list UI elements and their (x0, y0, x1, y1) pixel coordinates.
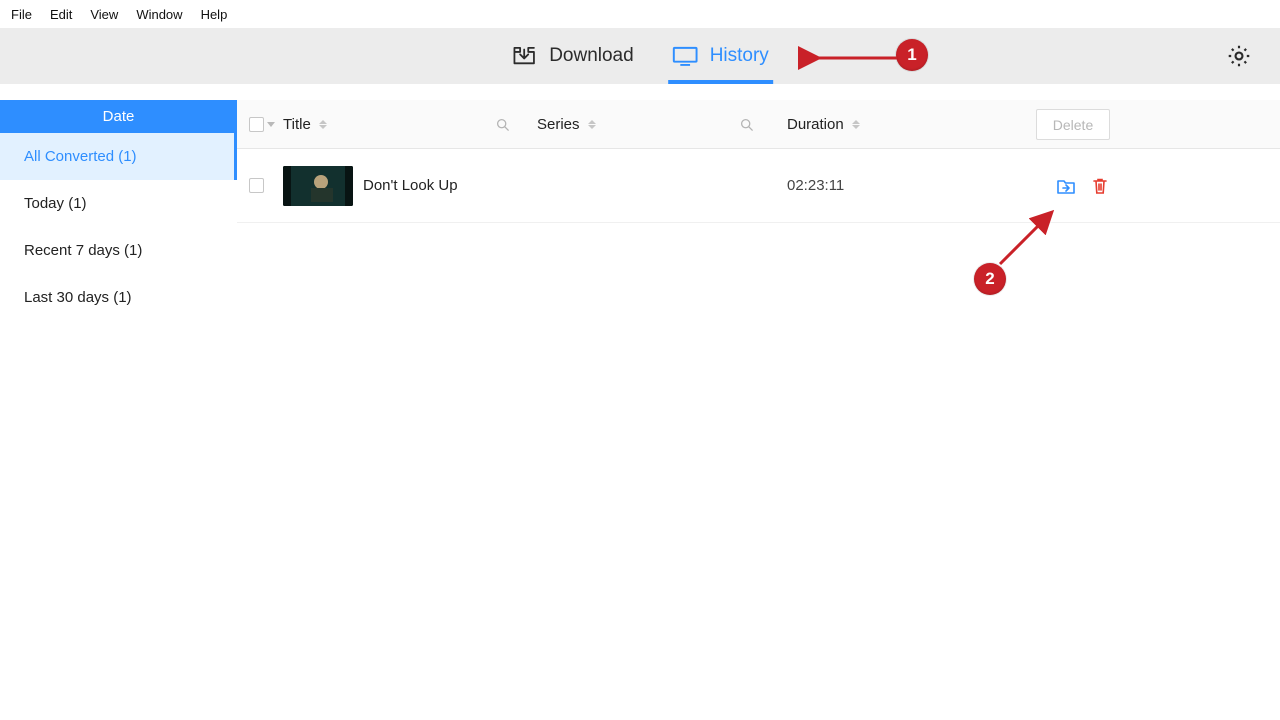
column-duration[interactable]: Duration (787, 116, 947, 133)
sidebar: Date All Converted (1) Today (1) Recent … (0, 100, 237, 720)
column-title-label: Title (283, 116, 311, 133)
tab-history-label: History (710, 45, 769, 67)
thumbnail[interactable] (283, 166, 353, 206)
sidebar-item-last-30-days[interactable]: Last 30 days (1) (0, 274, 237, 321)
toolbar: Download History (0, 28, 1280, 84)
menu-view[interactable]: View (81, 3, 127, 26)
menu-edit[interactable]: Edit (41, 3, 81, 26)
monitor-icon (672, 45, 698, 67)
column-title[interactable]: Title (283, 116, 523, 133)
trash-icon (1090, 183, 1110, 200)
search-icon[interactable] (740, 118, 753, 131)
row-title: Don't Look Up (363, 177, 458, 194)
column-series-label: Series (537, 116, 580, 133)
folder-open-icon (1056, 183, 1076, 200)
select-all[interactable] (249, 117, 275, 132)
table-row: Don't Look Up 02:23:11 (237, 149, 1280, 223)
tab-download-label: Download (549, 45, 634, 67)
menu-window[interactable]: Window (127, 3, 191, 26)
column-duration-label: Duration (787, 116, 844, 133)
delete-button[interactable]: Delete (1036, 109, 1110, 140)
sort-icon (852, 120, 860, 129)
menu-help[interactable]: Help (192, 3, 237, 26)
menu-file[interactable]: File (2, 3, 41, 26)
gear-icon (1226, 56, 1252, 73)
sidebar-item-recent-7-days[interactable]: Recent 7 days (1) (0, 227, 237, 274)
column-series[interactable]: Series (537, 116, 767, 133)
open-folder-button[interactable] (1056, 176, 1076, 196)
menu-bar: File Edit View Window Help (0, 0, 1280, 28)
history-table: Title Series Duration Delete (237, 100, 1280, 720)
download-icon (511, 45, 537, 67)
tab-download[interactable]: Download (507, 28, 638, 84)
checkbox-icon (249, 117, 264, 132)
tab-history[interactable]: History (668, 28, 773, 84)
sort-icon (588, 120, 596, 129)
sidebar-item-all-converted[interactable]: All Converted (1) (0, 133, 237, 180)
chevron-down-icon (267, 122, 275, 127)
sidebar-item-today[interactable]: Today (1) (0, 180, 237, 227)
delete-row-button[interactable] (1090, 176, 1110, 196)
sidebar-heading: Date (0, 100, 237, 133)
table-header: Title Series Duration Delete (237, 100, 1280, 149)
row-checkbox[interactable] (249, 178, 264, 193)
sort-icon (319, 120, 327, 129)
row-duration: 02:23:11 (787, 177, 844, 194)
settings-button[interactable] (1226, 43, 1252, 69)
search-icon[interactable] (496, 118, 509, 131)
